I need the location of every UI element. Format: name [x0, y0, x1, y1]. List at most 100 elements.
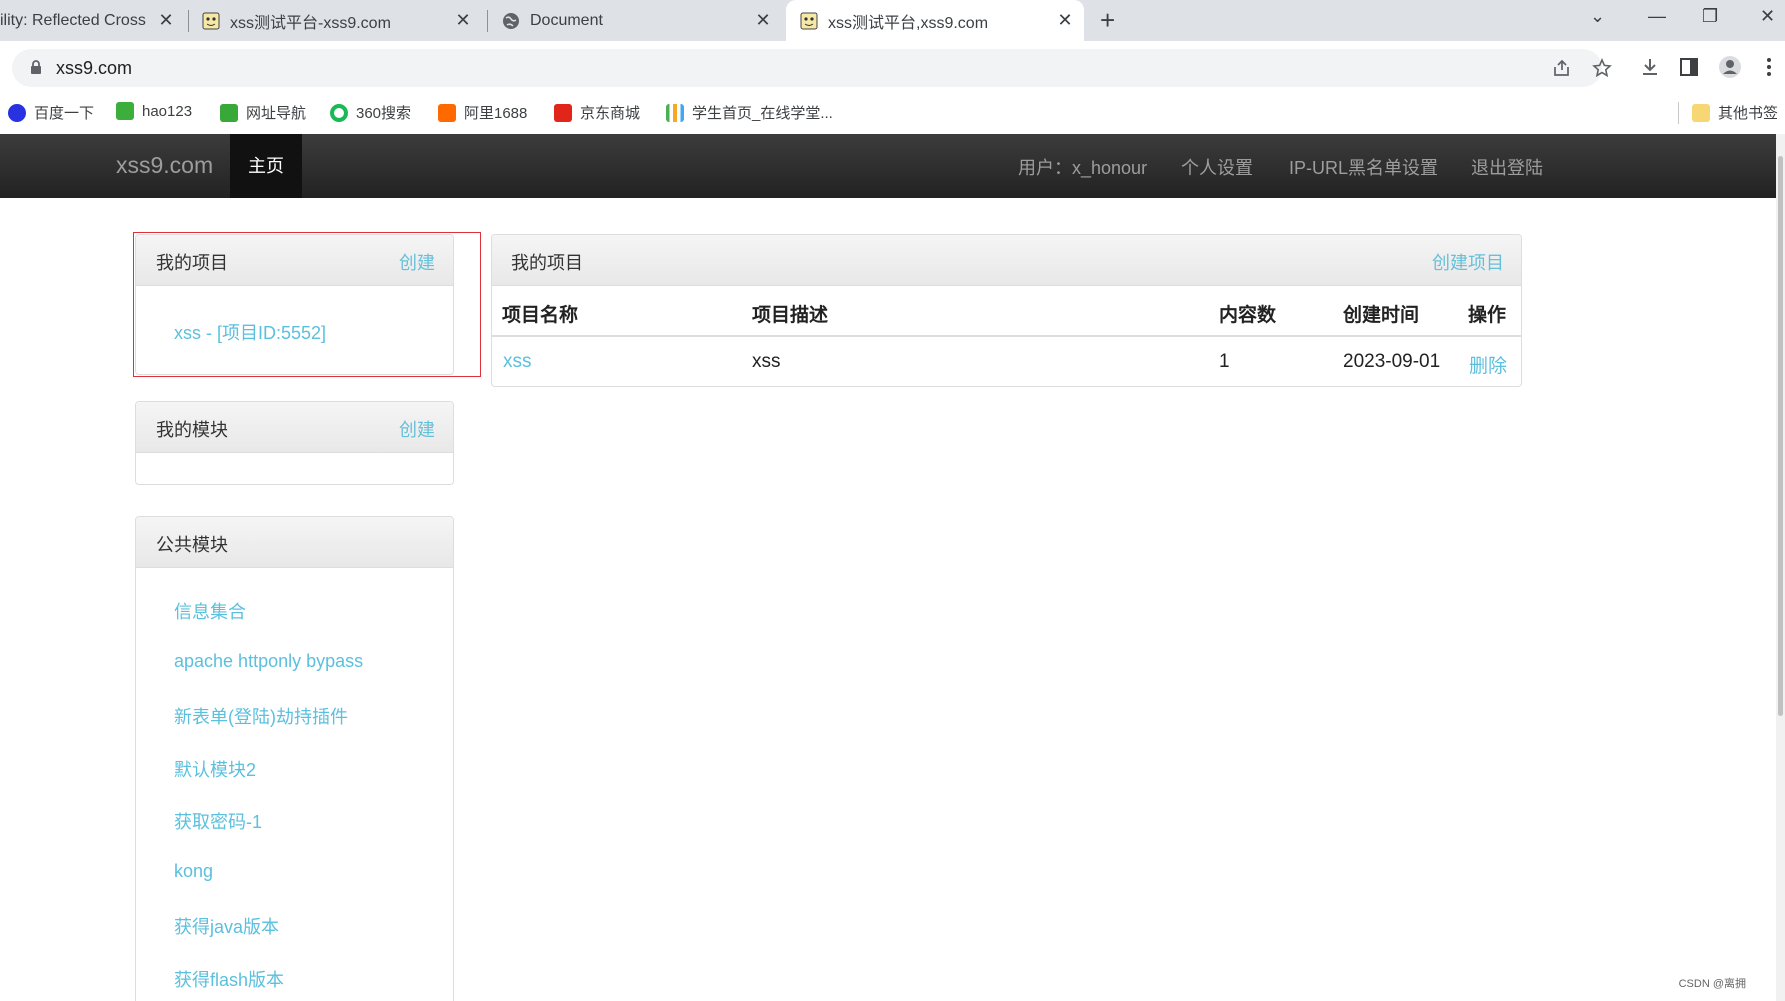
bookmark-label: 学生首页_在线学堂... [692, 105, 833, 122]
new-tab-button[interactable]: + [1100, 7, 1115, 33]
search-360-icon [330, 103, 348, 122]
tab-reflected-cross[interactable]: ility: Reflected Cross S ✕ [0, 0, 185, 41]
watermark: CSDN @离拥 [1678, 978, 1746, 990]
globe-icon [503, 12, 519, 29]
bookmark-label: 百度一下 [34, 105, 95, 122]
scrollbar-thumb[interactable] [1778, 156, 1783, 716]
delete-project-link[interactable]: 删除 [1469, 351, 1507, 378]
site-brand[interactable]: xss9.com [116, 152, 213, 179]
bookmark-label: 网址导航 [246, 105, 307, 122]
module-link[interactable]: 获得java版本 [174, 913, 279, 939]
share-icon[interactable] [1552, 59, 1572, 77]
bookmark-jd[interactable]: 京东商城 [554, 102, 640, 123]
bookmarks-bar: 百度一下 hao123 网址导航 360搜索 阿里1688 京东商城 学生首页_… [0, 94, 1785, 134]
bookmark-label: 阿里1688 [464, 105, 528, 122]
url-text[interactable]: xss9.com [56, 58, 132, 79]
module-link[interactable]: 新表单(登陆)劫持插件 [174, 703, 348, 729]
project-count: 1 [1219, 351, 1230, 372]
tab-title: xss测试平台-xss9.com [230, 14, 391, 32]
site-navbar: xss9.com 主页 用户：x_honour 个人设置 IP-URL黑名单设置… [0, 134, 1776, 198]
minimize-icon[interactable]: — [1648, 6, 1666, 27]
page-scrollbar[interactable] [1776, 134, 1785, 1001]
panel-title: 我的模块 [156, 420, 228, 440]
panel-header: 我的模块 创建 [136, 402, 453, 453]
close-icon[interactable]: ✕ [157, 11, 175, 29]
column-header-action: 操作 [1468, 305, 1507, 326]
panel-header: 公共模块 [136, 517, 453, 568]
tab-title: Document [530, 11, 603, 29]
address-toolbar: xss9.com [0, 41, 1785, 94]
column-header-description: 项目描述 [752, 305, 829, 326]
panel-header: 我的项目 创建项目 [492, 235, 1521, 286]
project-description: xss [752, 351, 781, 372]
nav-home[interactable]: 主页 [230, 134, 302, 198]
nav-user[interactable]: 用户：x_honour [1018, 154, 1147, 180]
panel-title: 公共模块 [156, 535, 228, 555]
tab-search-icon[interactable]: ⌄ [1590, 6, 1605, 27]
module-link[interactable]: 信息集合 [174, 598, 246, 624]
lock-icon[interactable] [30, 60, 42, 75]
side-panel-icon[interactable] [1680, 58, 1698, 76]
module-link[interactable]: apache httponly bypass [174, 651, 363, 672]
student-site-icon [666, 103, 684, 122]
nav-settings[interactable]: 个人设置 [1181, 154, 1253, 180]
jd-icon [554, 103, 572, 122]
column-header-created: 创建时间 [1343, 305, 1420, 326]
close-icon[interactable]: ✕ [1056, 11, 1074, 29]
bookmark-nav[interactable]: 网址导航 [220, 102, 306, 123]
bookmark-label: 360搜索 [356, 105, 412, 122]
column-header-name: 项目名称 [502, 305, 579, 326]
panel-title: 我的项目 [511, 253, 583, 273]
folder-icon [1692, 103, 1710, 122]
tab-separator [487, 10, 488, 32]
bookmark-label: hao123 [142, 102, 193, 120]
close-icon[interactable]: ✕ [754, 11, 772, 29]
nav-blacklist[interactable]: IP-URL黑名单设置 [1289, 154, 1438, 180]
module-link[interactable]: 获取密码-1 [174, 808, 262, 834]
tab-xss-platform-active[interactable]: xss测试平台,xss9.com ✕ [786, 0, 1084, 41]
bookmark-1688[interactable]: 阿里1688 [438, 102, 527, 123]
bookmark-student[interactable]: 学生首页_在线学堂... [666, 102, 833, 123]
my-modules-panel: 我的模块 创建 [135, 401, 454, 485]
bookmark-star-icon[interactable] [1592, 58, 1612, 78]
bookmarks-separator [1678, 102, 1679, 124]
tab-strip: ility: Reflected Cross S ✕ xss测试平台-xss9.… [0, 0, 1785, 41]
address-bar[interactable]: xss9.com [12, 49, 1612, 87]
nav-site-icon [220, 103, 238, 122]
bookmark-baidu[interactable]: 百度一下 [8, 102, 94, 123]
xss-favicon-icon [202, 12, 220, 29]
baidu-paw-icon [8, 103, 26, 122]
module-link[interactable]: kong [174, 861, 213, 882]
profile-icon[interactable] [1718, 55, 1742, 79]
column-header-count: 内容数 [1219, 305, 1277, 326]
close-icon[interactable]: ✕ [454, 11, 472, 29]
create-module-link[interactable]: 创建 [399, 416, 435, 442]
tab-xss-platform[interactable]: xss测试平台-xss9.com ✕ [202, 0, 482, 41]
nav-logout[interactable]: 退出登陆 [1471, 154, 1543, 180]
highlight-box [133, 232, 481, 377]
other-bookmarks-folder[interactable]: 其他书签 [1692, 102, 1778, 123]
public-modules-panel: 公共模块 信息集合 apache httponly bypass 新表单(登陆)… [135, 516, 454, 1001]
module-link[interactable]: 获得flash版本 [174, 966, 284, 992]
module-link[interactable]: 默认模块2 [174, 756, 256, 782]
restore-icon[interactable]: ❐ [1702, 6, 1718, 27]
project-created-date: 2023-09-01 [1343, 351, 1441, 372]
hao123-icon [116, 102, 134, 120]
create-project-button[interactable]: 创建项目 [1432, 249, 1504, 275]
project-name-link[interactable]: xss [503, 351, 532, 373]
bookmark-hao123[interactable]: hao123 [116, 102, 192, 120]
tab-separator [188, 10, 189, 32]
tab-document[interactable]: Document ✕ [502, 0, 782, 41]
tab-title: ility: Reflected Cross S [0, 11, 150, 29]
menu-icon[interactable] [1766, 57, 1772, 77]
alibaba-icon [438, 103, 456, 122]
bookmark-360[interactable]: 360搜索 [330, 102, 411, 123]
bookmark-label: 京东商城 [580, 105, 641, 122]
window-close-icon[interactable]: ✕ [1760, 6, 1775, 27]
xss-favicon-icon [800, 12, 818, 29]
bookmark-label: 其他书签 [1718, 105, 1779, 122]
table-header-divider [492, 335, 1522, 337]
page-viewport: xss9.com 主页 用户：x_honour 个人设置 IP-URL黑名单设置… [0, 134, 1776, 1001]
download-icon[interactable] [1640, 57, 1660, 77]
tab-title: xss测试平台,xss9.com [828, 14, 989, 32]
